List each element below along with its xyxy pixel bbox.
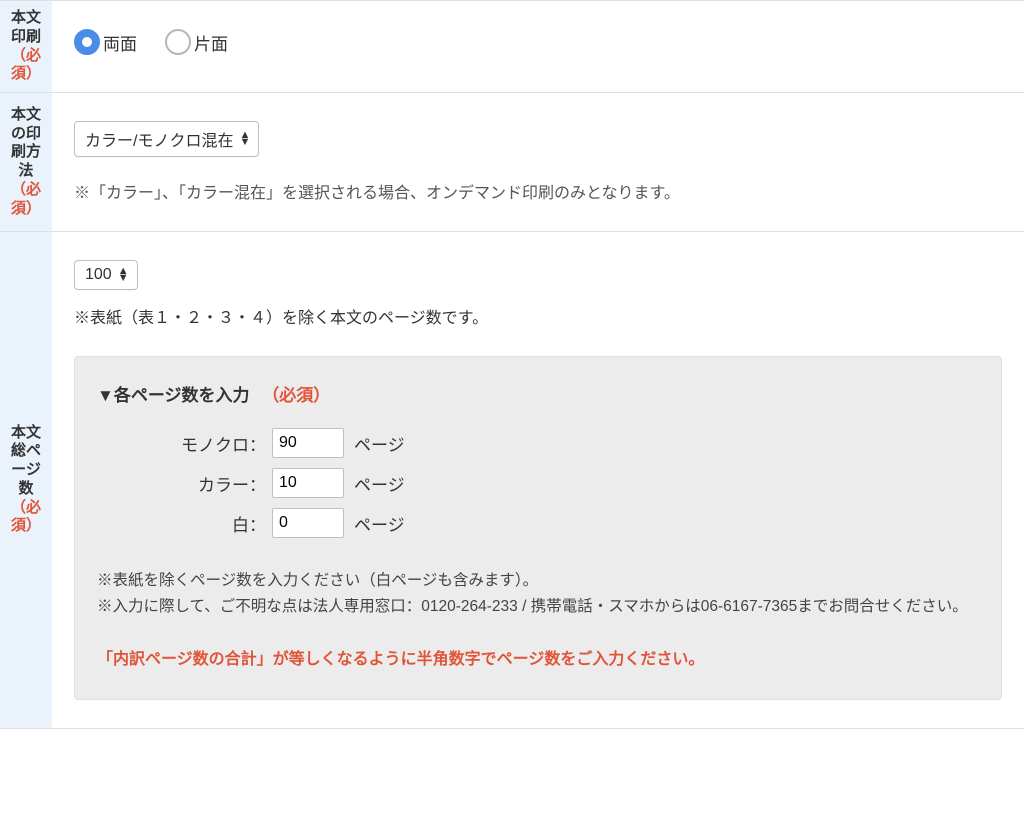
field-color: カラー： ページ bbox=[97, 468, 979, 498]
unit-label: ページ bbox=[354, 511, 405, 536]
panel-note-1: ※表紙を除くページ数を入力ください（白ページも含みます）。 bbox=[97, 568, 979, 594]
select-caret-icon: ▲▼ bbox=[239, 132, 250, 146]
panel-alert: 「内訳ページ数の合計」が等しくなるように半角数字でページ数をご入力ください。 bbox=[97, 645, 979, 669]
field-label: モノクロ： bbox=[97, 431, 272, 456]
required-marker: （必須） bbox=[262, 386, 330, 405]
radio-indicator bbox=[165, 29, 191, 55]
label-print-sides: 本文印刷 （必須） bbox=[0, 1, 52, 93]
mono-pages-input[interactable] bbox=[272, 428, 344, 458]
row-print-sides: 本文印刷 （必須） 両面 片面 bbox=[0, 1, 1024, 93]
total-pages-note: ※表紙（表１・２・３・４）を除く本文のページ数です。 bbox=[74, 304, 1002, 328]
unit-label: ページ bbox=[354, 431, 405, 456]
label-total-pages: 本文総ページ数 （必須） bbox=[0, 232, 52, 729]
label-print-method: 本文の印刷方法 （必須） bbox=[0, 93, 52, 232]
blank-pages-input[interactable] bbox=[272, 508, 344, 538]
page-breakdown-panel: ▼各ページ数を入力 （必須） モノクロ： ページ カラー： ページ bbox=[74, 356, 1002, 700]
required-marker: （必須） bbox=[11, 499, 41, 535]
required-marker: （必須） bbox=[11, 47, 41, 83]
color-pages-input[interactable] bbox=[272, 468, 344, 498]
field-label: カラー： bbox=[97, 471, 272, 496]
printing-options-form: 本文印刷 （必須） 両面 片面 bbox=[0, 0, 1024, 729]
field-label: 白： bbox=[97, 511, 272, 536]
radio-simplex[interactable]: 片面 bbox=[165, 29, 228, 55]
panel-notes: ※表紙を除くページ数を入力ください（白ページも含みます）。 ※入力に際して、ご不… bbox=[97, 568, 979, 621]
field-mono: モノクロ： ページ bbox=[97, 428, 979, 458]
radio-indicator bbox=[74, 29, 100, 55]
select-value: カラー/モノクロ混在 bbox=[85, 127, 233, 151]
unit-label: ページ bbox=[354, 471, 405, 496]
required-marker: （必須） bbox=[11, 181, 41, 217]
print-method-select[interactable]: カラー/モノクロ混在 ▲▼ bbox=[74, 121, 259, 157]
panel-heading: ▼各ページ数を入力 （必須） bbox=[97, 381, 979, 406]
select-value: 100 bbox=[85, 266, 112, 284]
row-print-method: 本文の印刷方法 （必須） カラー/モノクロ混在 ▲▼ ※「カラー」、「カラー混在… bbox=[0, 93, 1024, 232]
panel-note-2: ※入力に際して、ご不明な点は法人専用窓口：0120-264-233 / 携帯電話… bbox=[97, 594, 979, 620]
total-pages-select[interactable]: 100 ▲▼ bbox=[74, 260, 138, 290]
radio-duplex[interactable]: 両面 bbox=[74, 29, 137, 55]
radio-simplex-label: 片面 bbox=[194, 30, 228, 55]
select-caret-icon: ▲▼ bbox=[118, 268, 129, 282]
field-blank: 白： ページ bbox=[97, 508, 979, 538]
radio-duplex-label: 両面 bbox=[103, 30, 137, 55]
row-total-pages: 本文総ページ数 （必須） 100 ▲▼ ※表紙（表１・２・３・４）を除く本文のペ… bbox=[0, 232, 1024, 729]
print-sides-radiogroup: 両面 片面 bbox=[74, 29, 1002, 55]
print-method-note: ※「カラー」、「カラー混在」を選択される場合、オンデマンド印刷のみとなります。 bbox=[74, 179, 1002, 203]
